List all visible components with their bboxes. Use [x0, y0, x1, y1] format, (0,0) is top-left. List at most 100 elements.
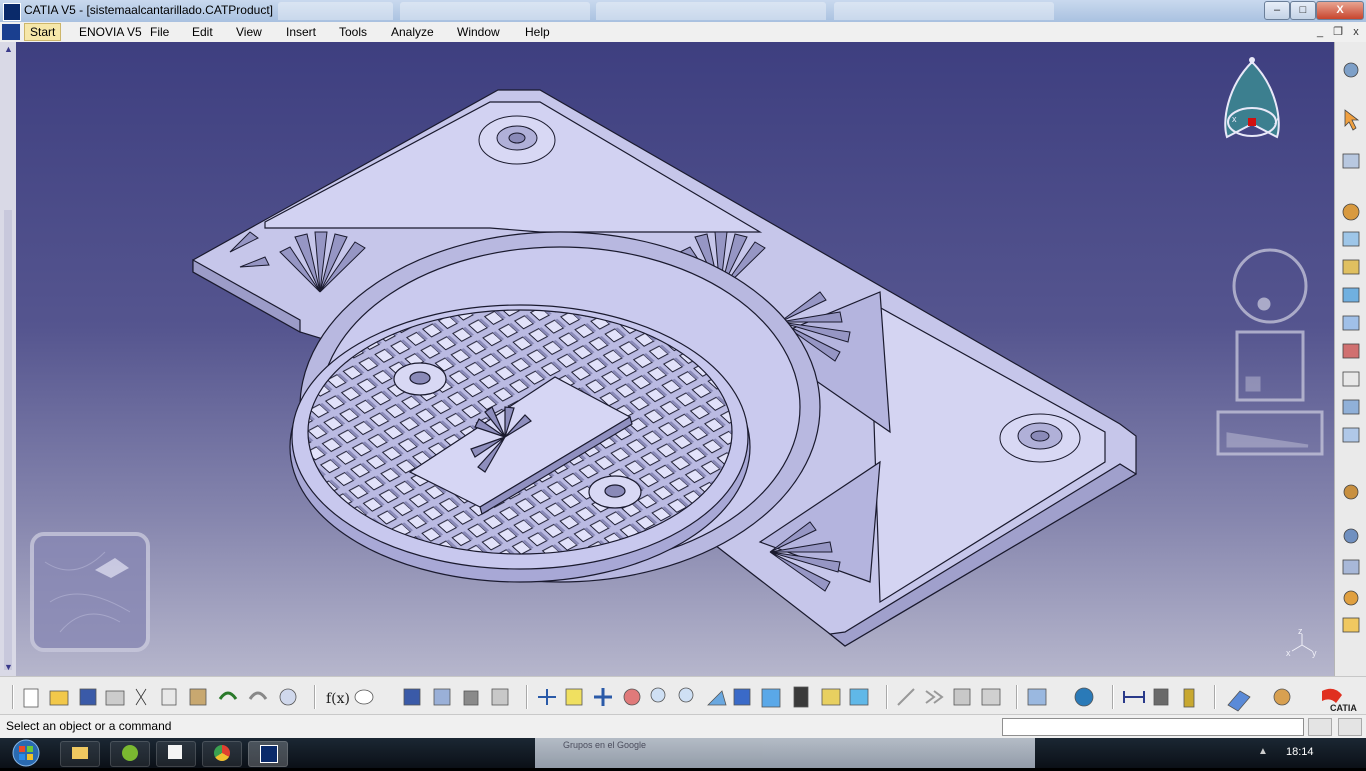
show-hidden-icons-icon[interactable]: ▲ [1258, 746, 1268, 757]
scroll-thumb[interactable] [4, 210, 12, 670]
normal-view-icon[interactable] [707, 690, 727, 706]
menu-start[interactable]: Start [24, 23, 62, 41]
measure-icon[interactable] [1027, 688, 1047, 706]
command-input[interactable] [1002, 718, 1304, 736]
new-part-icon[interactable] [1342, 259, 1360, 275]
scroll-up-icon[interactable]: ▲ [4, 44, 13, 54]
comment-icon[interactable] [354, 689, 374, 705]
minimize-button[interactable]: – [1264, 1, 1290, 20]
menu-file[interactable]: File [145, 24, 174, 40]
preview-thumbnail[interactable] [30, 532, 150, 652]
manhole-cover[interactable] [289, 304, 751, 583]
background-browser-tab[interactable] [834, 2, 1054, 20]
taskbar-catia[interactable] [248, 741, 288, 767]
redo-icon[interactable] [248, 691, 268, 700]
update-icon[interactable] [981, 688, 1001, 706]
explode-icon[interactable] [1343, 590, 1359, 606]
clock[interactable]: 18:14 [1286, 746, 1314, 758]
menu-tools[interactable]: Tools [334, 24, 372, 40]
bolt-hole[interactable] [478, 115, 556, 165]
fly-icon[interactable] [538, 689, 556, 705]
menu-edit[interactable]: Edit [187, 24, 218, 40]
command-button[interactable] [1308, 718, 1332, 736]
fix-component-icon[interactable] [1342, 427, 1360, 443]
menu-help[interactable]: Help [520, 24, 555, 40]
scroll-down-icon[interactable]: ▼ [4, 662, 13, 672]
snap-icon[interactable] [1343, 528, 1359, 544]
restore-button[interactable]: □ [1290, 1, 1316, 20]
cut-icon[interactable] [135, 688, 147, 706]
gear-icon[interactable] [1343, 62, 1359, 78]
multi-view-icon[interactable] [733, 688, 751, 706]
new-component-icon[interactable] [1342, 231, 1360, 247]
background-browser-tab[interactable] [596, 2, 826, 20]
whats-this-icon[interactable] [279, 688, 297, 706]
tree-icon[interactable] [433, 688, 451, 706]
taskbar-explorer[interactable] [60, 741, 100, 767]
paste-icon[interactable] [189, 688, 207, 706]
graph-tree-icon[interactable] [1342, 343, 1360, 359]
spiral-icon[interactable] [1074, 687, 1094, 707]
catalog-icon[interactable] [491, 688, 509, 706]
bolt-hole[interactable] [999, 413, 1081, 463]
component-icon[interactable] [1342, 203, 1360, 221]
menu-insert[interactable]: Insert [281, 24, 321, 40]
lock-icon[interactable] [463, 690, 479, 706]
hide-show-icon[interactable] [821, 688, 841, 706]
replace-icon[interactable] [1342, 315, 1360, 331]
copy-icon[interactable] [161, 688, 177, 706]
stop-manipulate-icon[interactable] [1342, 617, 1360, 633]
shading-icon[interactable] [793, 686, 809, 708]
swap-icon[interactable] [849, 688, 869, 706]
rotate-icon[interactable] [623, 688, 641, 706]
close-button[interactable]: X [1316, 1, 1364, 20]
command-stop-button[interactable] [1338, 718, 1362, 736]
manipulate-icon[interactable] [1343, 484, 1359, 500]
fit-all-icon[interactable] [565, 688, 583, 706]
undo-icon[interactable] [218, 691, 238, 700]
measure-between-icon[interactable] [1123, 691, 1145, 703]
menu-enovia[interactable]: ENOVIA V5 [74, 24, 147, 40]
smart-move-icon[interactable] [1342, 559, 1360, 575]
3d-model-canvas[interactable]: z x y z x y [0, 42, 1334, 676]
space-analysis-icon[interactable] [1227, 690, 1251, 712]
taskbar-spotify[interactable] [110, 741, 150, 767]
menu-view[interactable]: View [231, 24, 267, 40]
doc-restore-button[interactable]: ❐ [1330, 25, 1346, 39]
background-browser-tab[interactable] [278, 2, 393, 20]
pan-icon[interactable] [594, 688, 612, 706]
select-arrow-icon[interactable] [1344, 109, 1360, 131]
constraint-2-icon[interactable] [925, 690, 944, 704]
menu-window[interactable]: Window [452, 24, 505, 40]
fix-icon[interactable] [953, 688, 971, 706]
catia-document-icon[interactable] [2, 24, 20, 40]
taskbar-chrome[interactable] [202, 741, 242, 767]
insert-existing-icon[interactable] [1342, 287, 1360, 303]
taskbar-app[interactable] [156, 741, 196, 767]
doc-minimize-button[interactable]: _ [1312, 25, 1328, 39]
new-icon[interactable] [23, 688, 39, 708]
axis-triad[interactable] [1291, 634, 1313, 652]
product-icon[interactable] [1342, 153, 1360, 169]
background-browser-tab[interactable] [400, 2, 590, 20]
save-icon[interactable] [79, 688, 97, 706]
view-navigation-overlay[interactable] [1216, 248, 1324, 456]
open-icon[interactable] [49, 690, 69, 706]
zoom-out-icon[interactable] [678, 687, 694, 703]
windows-start-button[interactable] [10, 738, 42, 768]
compass-widget[interactable] [1224, 57, 1280, 139]
zoom-in-icon[interactable] [650, 687, 666, 703]
bottle-icon[interactable] [1183, 688, 1195, 708]
sectioning-icon[interactable] [1273, 688, 1291, 706]
constraint-icon[interactable] [897, 688, 915, 706]
multi-instantiation-icon[interactable] [1342, 399, 1360, 415]
3d-viewport[interactable]: z x y z x y [0, 42, 1334, 676]
table-icon[interactable] [403, 688, 421, 706]
iso-view-icon[interactable] [761, 688, 781, 708]
formula-icon[interactable]: f(x) [326, 691, 350, 707]
analysis-icon[interactable] [1153, 688, 1169, 706]
doc-close-button[interactable]: x [1348, 25, 1364, 39]
vertical-scrollbar[interactable]: ▲ ▼ [0, 42, 16, 676]
print-icon[interactable] [105, 690, 125, 706]
generate-numbering-icon[interactable] [1342, 371, 1360, 387]
